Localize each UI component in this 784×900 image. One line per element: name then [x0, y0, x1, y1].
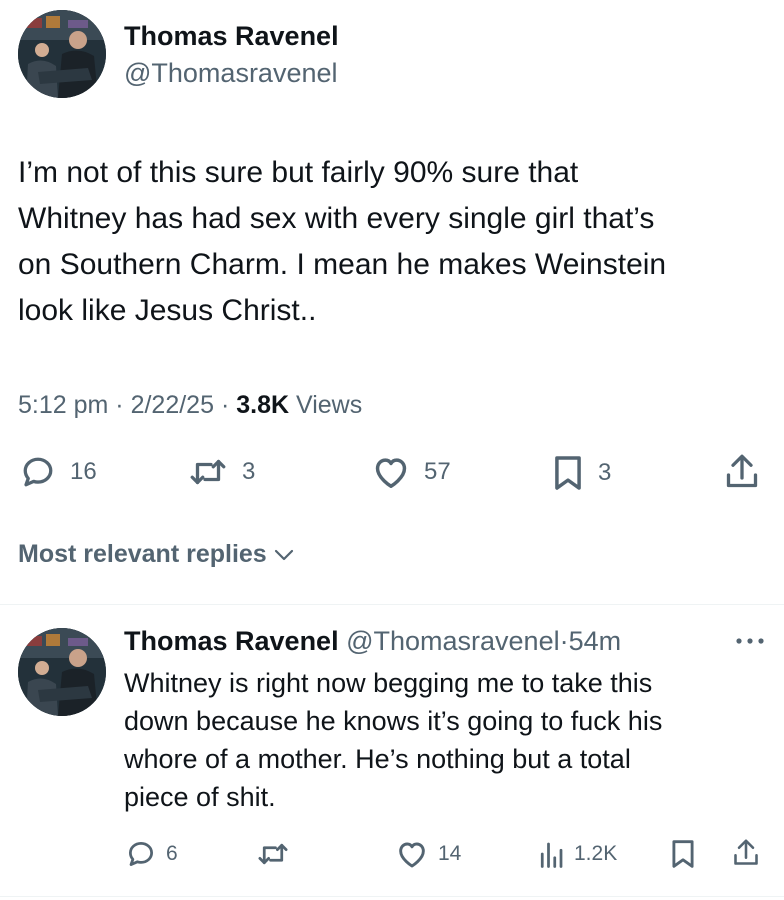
- views-label: Views: [296, 391, 363, 419]
- tweet-time[interactable]: 5:12 pm: [18, 391, 108, 419]
- repost-count: 3: [242, 458, 256, 485]
- more-options-button[interactable]: [734, 634, 766, 652]
- replies-sort-dropdown[interactable]: Most relevant replies: [18, 540, 295, 569]
- tweet-date[interactable]: 2/22/25: [131, 391, 214, 419]
- reply-reply-button[interactable]: 6: [126, 839, 178, 869]
- reply-like-count: 14: [438, 842, 462, 865]
- share-button[interactable]: [724, 452, 760, 492]
- reply-icon: [129, 842, 153, 866]
- heart-icon: [375, 458, 407, 488]
- reply-reply-count: 6: [166, 842, 178, 865]
- author-handle[interactable]: @Thomasravenel: [124, 58, 338, 89]
- reply-author-name[interactable]: Thomas Ravenel: [124, 626, 339, 656]
- reply-views-count: 1.2K: [574, 842, 618, 865]
- reply-share-button[interactable]: [732, 837, 760, 869]
- reply-repost-button[interactable]: [256, 839, 290, 869]
- author-avatar[interactable]: [18, 10, 106, 98]
- reply-author-handle[interactable]: @Thomasravenel: [346, 626, 560, 656]
- more-icon: [736, 638, 764, 644]
- views-count: 3.8K: [236, 391, 290, 419]
- author-name[interactable]: Thomas Ravenel: [124, 21, 339, 52]
- separator: ·: [220, 391, 230, 419]
- share-icon: [734, 839, 758, 865]
- reply-views-button[interactable]: 1.2K: [538, 839, 617, 869]
- repost-button[interactable]: 3: [188, 454, 255, 490]
- bookmark-button[interactable]: 3: [552, 454, 611, 492]
- reply-like-button[interactable]: 14: [396, 839, 461, 869]
- divider: [0, 896, 784, 897]
- bookmark-icon: [672, 840, 694, 868]
- tweet-meta: 5:12 pm · 2/22/25 · 3.8K Views: [18, 391, 362, 420]
- analytics-icon: [540, 842, 563, 868]
- reply-time[interactable]: 54m: [569, 626, 622, 656]
- bookmark-icon: [555, 456, 581, 490]
- reply-count: 16: [70, 458, 97, 485]
- reply-button[interactable]: 16: [20, 454, 97, 490]
- heart-icon: [399, 842, 425, 868]
- like-count: 57: [424, 458, 451, 485]
- bookmark-count: 3: [598, 459, 612, 486]
- reply-header: Thomas Ravenel @Thomasravenel·54m: [124, 626, 621, 657]
- divider: [0, 604, 784, 605]
- repost-icon: [258, 843, 288, 865]
- like-button[interactable]: 57: [372, 454, 451, 490]
- share-icon: [726, 454, 758, 488]
- reply-bookmark-button[interactable]: [670, 838, 696, 870]
- separator: ·: [559, 626, 569, 656]
- tweet-text: I’m not of this sure but fairly 90% sure…: [18, 156, 667, 327]
- reply-text: Whitney is right now begging me to take …: [124, 668, 663, 812]
- chevron-down-icon: [274, 549, 293, 560]
- separator: ·: [115, 391, 124, 419]
- replies-sort-label: Most relevant replies: [18, 540, 267, 568]
- reply-icon: [23, 457, 53, 487]
- repost-icon: [190, 459, 226, 485]
- reply-avatar[interactable]: [18, 628, 106, 716]
